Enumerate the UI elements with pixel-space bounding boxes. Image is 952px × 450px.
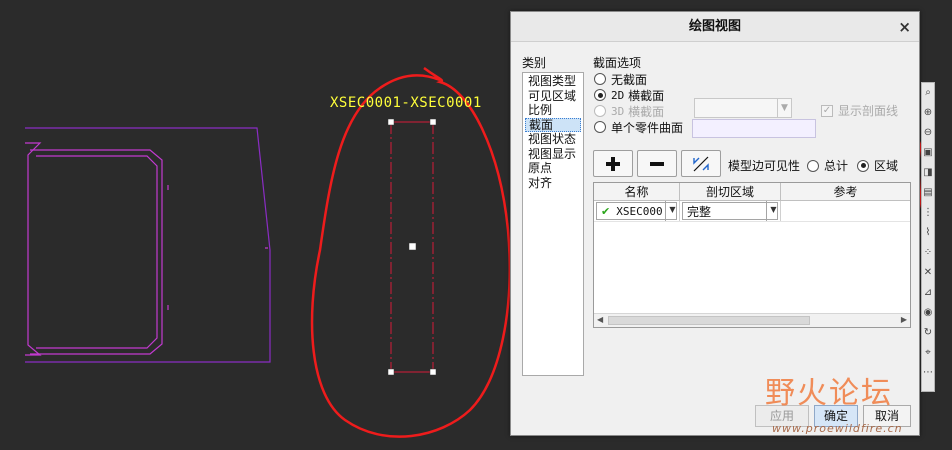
point-icon[interactable]: ⁘ <box>922 243 934 263</box>
surface-input[interactable] <box>692 119 816 138</box>
check-icon: ✔ <box>601 204 611 218</box>
table-header: 名称 剖切区域 参考 <box>594 183 910 201</box>
category-item-view-display[interactable]: 视图显示 <box>525 147 581 162</box>
cut-area-cell[interactable]: 完整 ▼ <box>680 201 781 221</box>
flip-section-button[interactable] <box>681 150 721 177</box>
header-cut-area[interactable]: 剖切区域 <box>680 183 781 200</box>
orient-icon[interactable]: ◨ <box>922 163 934 183</box>
category-item-scale[interactable]: 比例 <box>525 103 581 118</box>
scrollbar-thumb[interactable] <box>608 316 810 325</box>
category-item-visible-area[interactable]: 可见区域 <box>525 89 581 104</box>
reference-cell[interactable] <box>781 201 910 221</box>
axis-icon[interactable]: ⌇ <box>922 223 934 243</box>
category-item-origin[interactable]: 原点 <box>525 161 581 176</box>
radio-2d-section[interactable]: 2D 横截面 <box>594 87 664 103</box>
chevron-down-icon[interactable]: ▼ <box>665 201 679 221</box>
3d-section-select: ▼ <box>694 98 792 118</box>
radio-3d-section: 3D 横截面 <box>594 103 664 119</box>
part-outline <box>25 127 271 363</box>
section-options-label: 截面选项 <box>593 56 642 70</box>
datum-icon[interactable]: ⋮ <box>922 203 934 223</box>
dialog-title-bar[interactable]: 绘图视图 × <box>511 12 919 42</box>
flip-arrows-icon <box>693 156 709 171</box>
zoom-fit-icon[interactable]: ⌕ <box>922 83 934 103</box>
section-table: 名称 剖切区域 参考 ✔ XSEC000 ▼ 完整 ▼ ◀ ▶ <box>593 182 911 328</box>
repaint-icon[interactable]: ▣ <box>922 143 934 163</box>
category-list: 视图类型 可见区域 比例 截面 视图状态 视图显示 原点 对齐 <box>522 72 584 376</box>
name-cell[interactable]: ✔ XSEC000 ▼ <box>594 201 680 221</box>
view-icon[interactable]: ◉ <box>922 303 934 323</box>
category-label: 类别 <box>522 56 547 70</box>
radio-circle[interactable] <box>807 159 819 172</box>
header-name[interactable]: 名称 <box>594 183 680 200</box>
plus-icon <box>606 156 620 171</box>
radio-visibility-total[interactable]: 总计 <box>807 157 848 174</box>
csys-icon[interactable]: ✕ <box>922 263 934 283</box>
radio-circle[interactable] <box>594 121 606 133</box>
chevron-down-icon[interactable]: ▼ <box>766 201 780 221</box>
table-row[interactable]: ✔ XSEC000 ▼ 完整 ▼ <box>594 201 910 222</box>
radio-circle-selected[interactable] <box>594 89 606 101</box>
model-edge-visibility-label: 模型边可见性 <box>728 159 801 173</box>
radio-circle-selected[interactable] <box>857 159 869 172</box>
chevron-down-icon: ▼ <box>777 99 791 117</box>
filter-icon[interactable]: ⌖ <box>922 343 934 363</box>
zoom-out-icon[interactable]: ⊖ <box>922 123 934 143</box>
section-name-label: XSEC0001-XSEC0001 <box>330 95 482 111</box>
show-hatching-checkbox: ✓ 显示剖面线 <box>821 104 899 118</box>
radio-single-part-surface[interactable]: 单个零件曲面 <box>594 119 683 135</box>
horizontal-scrollbar[interactable]: ◀ ▶ <box>594 313 910 327</box>
dialog-title: 绘图视图 <box>688 19 741 34</box>
spin-icon[interactable]: ↻ <box>922 323 934 343</box>
radio-circle[interactable] <box>594 73 606 85</box>
right-toolbar: ⌕ ⊕ ⊖ ▣ ◨ ▤ ⋮ ⌇ ⁘ ✕ ⊿ ◉ ↻ ⌖ ⋯ <box>921 82 935 392</box>
display-style-icon[interactable]: ▤ <box>922 183 934 203</box>
radio-visibility-area[interactable]: 区域 <box>857 157 898 174</box>
close-icon[interactable]: × <box>898 12 911 42</box>
radio-circle-disabled <box>594 105 606 117</box>
zoom-in-icon[interactable]: ⊕ <box>922 103 934 123</box>
radio-no-section[interactable]: 无截面 <box>594 71 647 87</box>
scroll-right-icon[interactable]: ▶ <box>901 315 907 324</box>
scroll-left-icon[interactable]: ◀ <box>597 315 603 324</box>
annotation-icon[interactable]: ⊿ <box>922 283 934 303</box>
category-item-alignment[interactable]: 对齐 <box>525 176 581 191</box>
category-item-view-states[interactable]: 视图状态 <box>525 132 581 147</box>
remove-section-button[interactable] <box>637 150 677 177</box>
category-item-section[interactable]: 截面 <box>525 117 581 132</box>
drawing-view-dialog: 绘图视图 × 类别 视图类型 可见区域 比例 截面 视图状态 视图显示 原点 对… <box>510 11 920 436</box>
category-item-view-type[interactable]: 视图类型 <box>525 74 581 89</box>
red-annotation-circle <box>310 66 511 438</box>
checkbox-icon: ✓ <box>821 104 833 117</box>
header-reference[interactable]: 参考 <box>781 183 910 200</box>
more-icon[interactable]: ⋯ <box>922 363 934 383</box>
minus-icon <box>650 161 664 166</box>
add-section-button[interactable] <box>593 150 633 177</box>
watermark-url: www.proewildfire.cn <box>772 422 903 435</box>
section-view[interactable] <box>387 118 437 376</box>
